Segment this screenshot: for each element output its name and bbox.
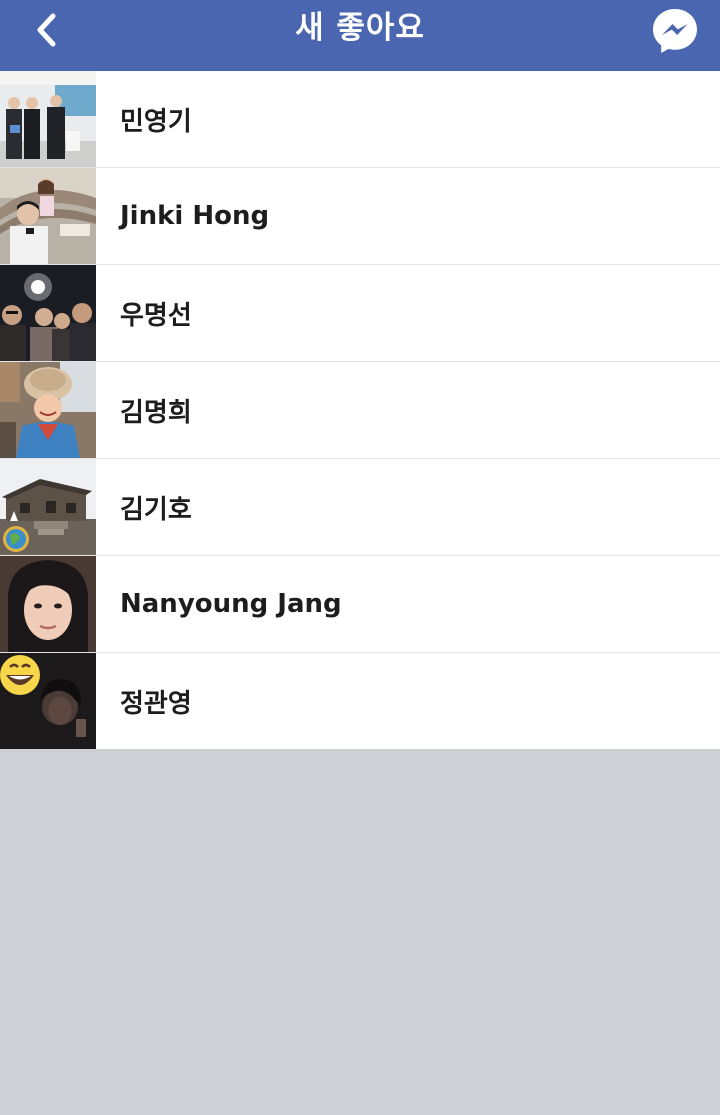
list-item[interactable]: 민영기 (0, 71, 720, 168)
avatar (0, 71, 96, 167)
avatar (0, 168, 96, 264)
navigation-bar: 새 좋아요 (0, 0, 720, 71)
liker-name: Nanyoung Jang (120, 589, 342, 619)
liker-name: 민영기 (120, 106, 192, 137)
list-item[interactable]: Jinki Hong (0, 168, 720, 265)
avatar (0, 362, 96, 458)
liker-name: 김명희 (120, 397, 192, 428)
list-item[interactable]: Nanyoung Jang (0, 556, 720, 653)
liker-name: 정관영 (120, 688, 192, 719)
avatar (0, 459, 96, 555)
avatar (0, 653, 96, 749)
likers-list: 민영기 Jinki Hong 우명선 김명희 김기호 Nanyoung Jang… (0, 71, 720, 749)
messenger-icon (653, 9, 697, 53)
avatar (0, 556, 96, 652)
list-item[interactable]: 김명희 (0, 362, 720, 459)
list-item[interactable]: 우명선 (0, 265, 720, 362)
liker-name: Jinki Hong (120, 201, 270, 231)
liker-name: 우명선 (120, 300, 192, 331)
messenger-button[interactable] (650, 6, 700, 56)
page-title: 새 좋아요 (295, 10, 425, 46)
liker-name: 김기호 (120, 494, 192, 525)
avatar (0, 265, 96, 361)
list-item[interactable]: 김기호 (0, 459, 720, 556)
list-item[interactable]: 정관영 (0, 653, 720, 749)
